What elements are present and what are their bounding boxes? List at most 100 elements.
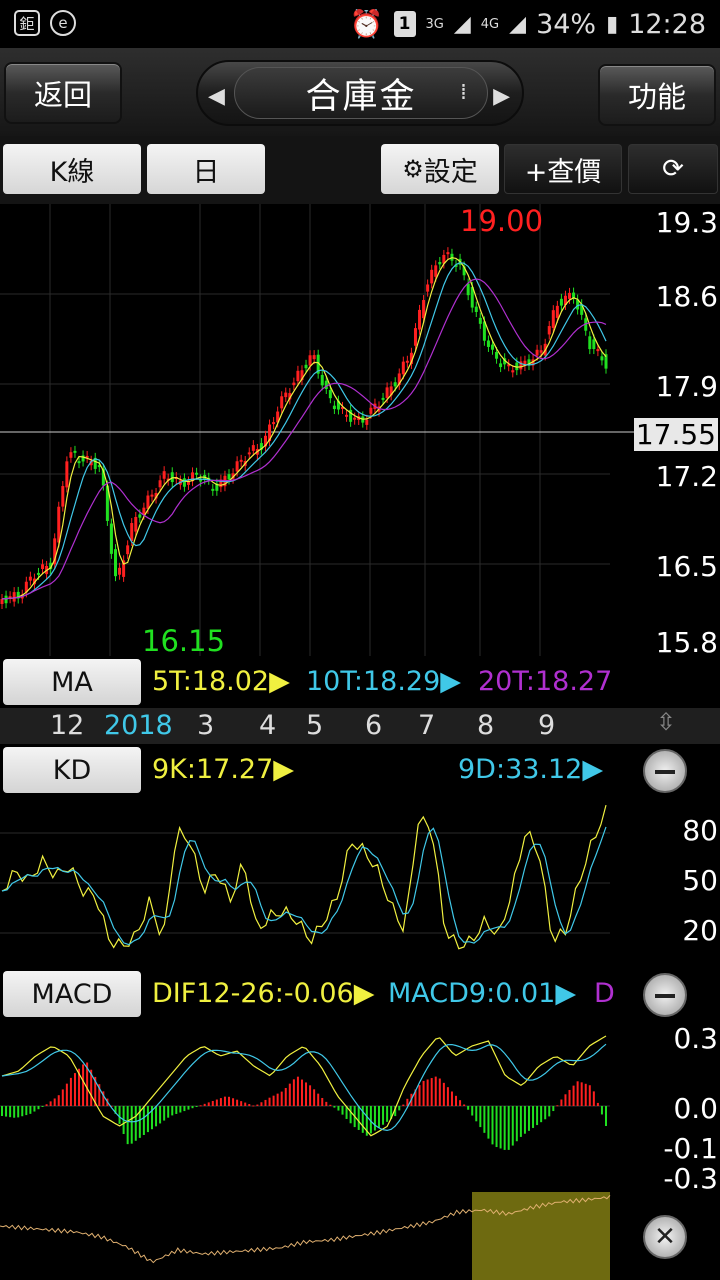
osc-bar — [463, 1104, 466, 1106]
overview-navigator[interactable] — [0, 1192, 720, 1280]
quote-button[interactable]: +查價 — [504, 144, 622, 194]
osc-bar — [580, 1082, 583, 1106]
candle-body — [547, 326, 551, 335]
title-bar: 返回 ◀ 合庫金 ⁞ ▶ 功能 — [0, 48, 720, 136]
price-axis-label: 19.3 — [655, 206, 718, 239]
osc-bar — [540, 1106, 543, 1123]
osc-bar — [459, 1100, 462, 1106]
osc-bar — [65, 1083, 68, 1106]
osc-bar — [207, 1102, 210, 1106]
osc-bar — [203, 1103, 206, 1106]
osc-bar — [556, 1105, 559, 1107]
macd-chart-panel[interactable]: 0.3 0.0 -0.1 -0.3 — [0, 1022, 720, 1195]
remove-macd-button[interactable] — [643, 973, 687, 1017]
osc-bar — [280, 1091, 283, 1106]
dif-line — [1, 1035, 607, 1137]
osc-bar — [53, 1098, 56, 1106]
osc-bar — [146, 1106, 149, 1133]
osc-bar — [544, 1106, 547, 1120]
price-chart-panel[interactable]: 19.3 18.6 17.9 17.55 17.2 16.5 15.8 19.0… — [0, 204, 720, 659]
kd-chart[interactable] — [0, 798, 720, 966]
stock-selector[interactable]: ◀ 合庫金 ⁞ ▶ — [196, 60, 524, 126]
price-axis-label: 17.9 — [655, 370, 718, 403]
ma-button[interactable]: MA — [3, 659, 141, 705]
price-chart[interactable] — [0, 204, 720, 656]
close-icon[interactable]: ✕ — [643, 1215, 687, 1259]
osc-bar — [260, 1102, 263, 1106]
osc-bar — [536, 1106, 539, 1126]
rotate-button[interactable]: ⟳ — [628, 144, 718, 194]
candle-body — [466, 283, 470, 296]
candle-body — [438, 262, 442, 265]
function-button[interactable]: 功能 — [598, 64, 716, 126]
candle-body — [413, 328, 417, 346]
osc-bar — [592, 1091, 595, 1106]
candle-body — [592, 339, 596, 350]
osc-bar — [41, 1106, 44, 1107]
osc-bar — [402, 1104, 405, 1106]
osc-bar — [434, 1076, 437, 1106]
prev-stock-icon[interactable]: ◀ — [208, 84, 225, 109]
osc-bar — [588, 1085, 591, 1106]
osc-bar — [317, 1093, 320, 1106]
osc-bar — [175, 1106, 178, 1114]
candle-body — [405, 360, 409, 363]
osc-bar — [155, 1106, 158, 1127]
osc-bar — [584, 1083, 587, 1106]
status-bar: 鉅 e ⏰ 1 3G ◢ 4G ◢ 34% ▮ 12:28 — [0, 0, 720, 48]
candle-body — [434, 265, 438, 277]
osc-bar — [527, 1106, 530, 1131]
osc-bar — [596, 1102, 599, 1106]
candle-body — [312, 355, 316, 360]
candle-body — [284, 392, 288, 398]
month-label: 8 — [477, 710, 495, 741]
gear-icon: ⚙ — [402, 155, 424, 183]
candle-body — [393, 382, 397, 387]
osc-bar — [495, 1106, 498, 1148]
osc-bar — [268, 1097, 271, 1106]
candle-body — [401, 361, 405, 375]
macd-chart[interactable] — [0, 1022, 720, 1190]
osc-bar — [288, 1083, 291, 1106]
candle-body — [170, 472, 174, 483]
osc-bar — [305, 1082, 308, 1106]
d-line — [1, 826, 607, 946]
battery-percent: 34% — [536, 8, 597, 40]
candle-body — [130, 523, 134, 541]
month-label: 6 — [365, 710, 383, 741]
macd-button[interactable]: MACD — [3, 971, 141, 1017]
candle-body — [474, 306, 478, 312]
osc-bar — [171, 1106, 174, 1116]
osc-bar — [430, 1078, 433, 1106]
sim-slot-icon: 1 — [393, 11, 416, 37]
kd-chart-panel[interactable]: 80 50 20 — [0, 798, 720, 966]
ma10-value: 10T:18.29▶ — [306, 666, 462, 697]
candle-body — [61, 486, 65, 507]
month-label: 12 — [50, 710, 85, 741]
candle-body — [227, 474, 231, 480]
candle-body — [247, 452, 251, 455]
kd-button[interactable]: KD — [3, 747, 141, 793]
candle-body — [126, 545, 130, 555]
dif-value: DIF12-26:-0.06▶ — [152, 978, 375, 1009]
osc-bar — [29, 1106, 32, 1114]
remove-kd-button[interactable] — [643, 749, 687, 793]
candle-body — [324, 380, 328, 390]
candle-body — [320, 374, 324, 386]
next-stock-icon[interactable]: ▶ — [493, 84, 510, 109]
drag-handle-icon[interactable]: ⁞ — [460, 80, 467, 105]
month-label: 7 — [418, 710, 436, 741]
candle-body — [418, 309, 422, 330]
back-button[interactable]: 返回 — [4, 62, 122, 124]
osc-bar — [73, 1073, 76, 1106]
period-button[interactable]: 日 — [147, 144, 265, 194]
month-label: 2018 — [104, 710, 173, 741]
ma-bar: MA 5T:18.02▶ 10T:18.29▶ 20T:18.27 — [0, 656, 720, 710]
k-value: 9K:17.27▶ — [152, 754, 295, 785]
settings-button[interactable]: ⚙ 設定 — [381, 144, 499, 194]
osc-bar — [142, 1106, 145, 1135]
resize-handle-icon[interactable]: ⇳ — [656, 708, 676, 736]
candle-body — [486, 340, 490, 347]
chart-type-button[interactable]: K線 — [3, 144, 141, 194]
overview-chart[interactable] — [0, 1192, 720, 1280]
